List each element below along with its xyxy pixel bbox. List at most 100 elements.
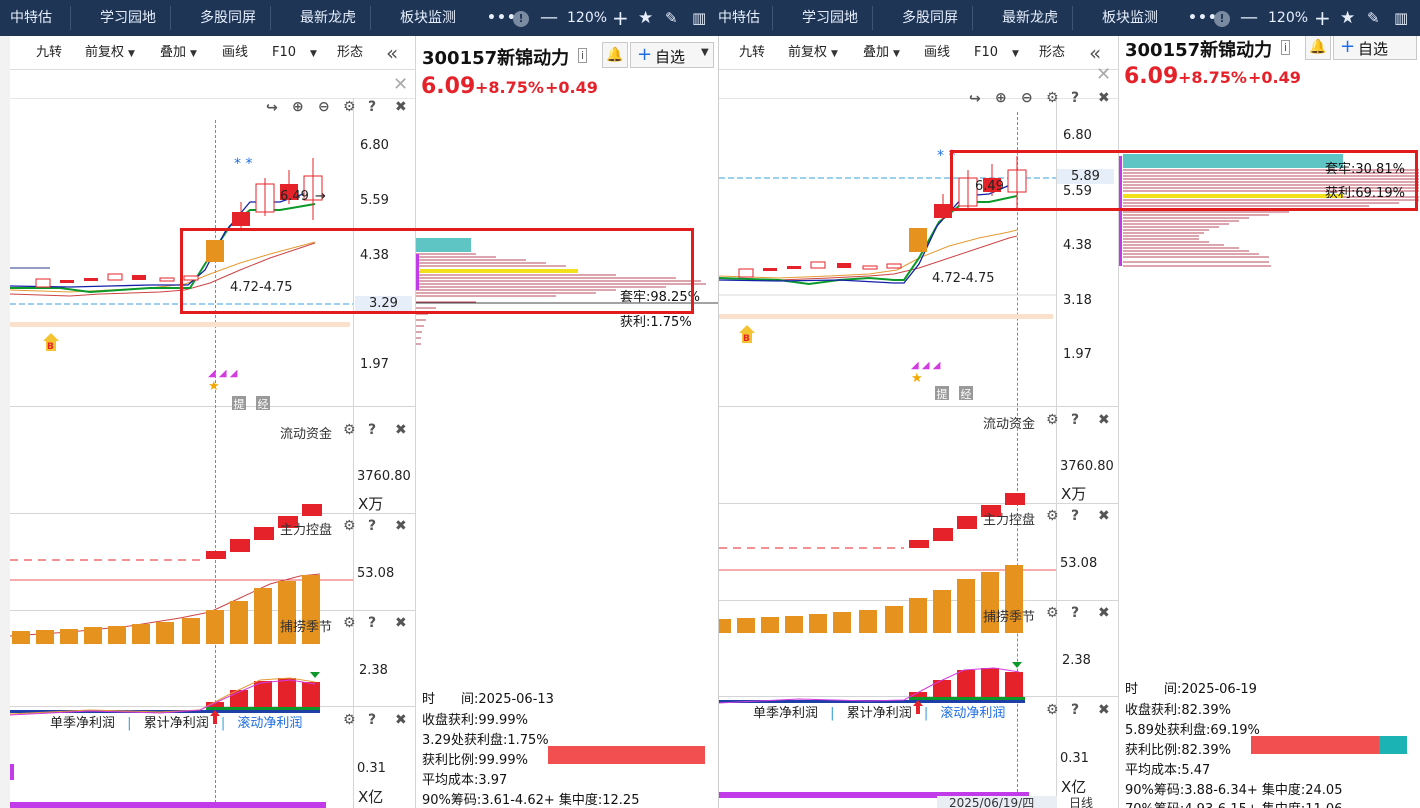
tool-overlay[interactable]: 叠加 ▼ [863,36,900,70]
close-icon[interactable]: ✖ [395,518,407,534]
star-icon[interactable]: ★ [638,0,653,36]
add-watch-label: 自选 [1358,40,1389,58]
settings-icon[interactable]: ⚙ [1046,412,1059,428]
tag-ti[interactable]: 提 [935,386,949,401]
nav-item-study[interactable]: 学习园地 [802,0,858,36]
settings-icon[interactable]: ⚙ [343,99,356,115]
tool-f10[interactable]: F10 ▼ [272,36,317,70]
zoom-in-icon[interactable]: ⊕ [292,99,304,115]
help-icon[interactable]: ? [1071,412,1079,428]
info-small-icon[interactable]: i [578,48,588,63]
tool-adjust[interactable]: 前复权 ▼ [788,36,838,70]
zoom-out-icon[interactable]: ⊖ [318,99,330,115]
help-icon[interactable]: ? [1071,702,1079,718]
info-icon[interactable]: ! [1214,0,1230,36]
info-small-icon[interactable]: i [1281,40,1291,55]
close-panel-icon[interactable]: ✕ [1096,64,1111,85]
tool-pattern[interactable]: 形态 [1039,36,1065,70]
edit-icon[interactable]: ✎ [1367,0,1380,36]
zoom-out-icon[interactable]: ⊖ [1021,90,1033,106]
nav-item-dragon-tiger[interactable]: 最新龙虎 [1002,0,1058,36]
collapse-icon[interactable]: « [386,36,398,70]
close-icon[interactable]: ✖ [395,712,407,728]
nav-item-zhongteguo[interactable]: 中特估 [10,0,52,36]
edit-icon[interactable]: ✎ [665,0,678,36]
help-icon[interactable]: ? [1071,90,1079,106]
close-panel-icon[interactable]: ✕ [393,74,408,95]
tool-overlay[interactable]: 叠加 ▼ [160,36,197,70]
buy-marker-label: B [743,334,750,344]
tool-draw[interactable]: 画线 [222,36,248,70]
settings-icon[interactable]: ⚙ [1046,90,1059,106]
close-icon[interactable]: ✖ [1098,702,1110,718]
indicator-flow-title: 流动资金 [983,417,1036,432]
nav-item-dragon-tiger[interactable]: 最新龙虎 [300,0,356,36]
tab-quarter-profit[interactable]: 单季净利润 [50,716,115,731]
tab-rolling-profit[interactable]: 滚动净利润 [237,716,302,731]
zoom-out-icon[interactable]: — [1240,0,1258,36]
nav-separator [1072,6,1073,30]
tool-pattern[interactable]: 形态 [337,36,363,70]
settings-icon[interactable]: ⚙ [1046,508,1059,524]
nav-item-multi-screen[interactable]: 多股同屏 [200,0,256,36]
info-chip90: 90%筹码:3.61-4.62+ 集中度:12.25 [422,793,640,808]
close-icon[interactable]: ✖ [395,422,407,438]
flow-unit: X万 [1061,485,1087,503]
tag-jing[interactable]: 经 [959,386,973,401]
info-icon[interactable]: ! [513,0,529,36]
tool-jiuzhuan[interactable]: 九转 [36,36,62,70]
add-watch-button[interactable]: + 自选 ▼ [630,42,714,68]
zoom-in-icon[interactable]: + [1314,0,1331,36]
layout-icon[interactable]: ▥ [1394,0,1408,36]
zoom-out-icon[interactable]: — [540,0,558,36]
tab-quarter-profit[interactable]: 单季净利润 [753,706,818,721]
tab-cumulative-profit[interactable]: 累计净利润 [847,706,912,721]
close-icon[interactable]: ✖ [395,615,407,631]
help-icon[interactable]: ? [368,712,376,728]
settings-icon[interactable]: ⚙ [1046,702,1059,718]
help-icon[interactable]: ? [368,518,376,534]
nav-item-zhongteguo[interactable]: 中特估 [718,0,760,36]
undo-icon[interactable]: ↪ [969,91,981,107]
bottom-period[interactable]: 日线 [1069,796,1093,808]
star-icon[interactable]: ★ [1340,0,1355,36]
add-watch-button[interactable]: + 自选 [1333,36,1417,60]
help-icon[interactable]: ? [368,615,376,631]
tool-overlay-label: 叠加 [160,45,187,60]
close-icon[interactable]: ✖ [1098,90,1110,106]
layout-icon[interactable]: ▥ [692,0,706,36]
help-icon[interactable]: ? [368,422,376,438]
undo-icon[interactable]: ↪ [266,100,278,116]
tag-ti[interactable]: 提 [232,396,246,411]
tag-jing[interactable]: 经 [256,396,270,411]
close-icon[interactable]: ✖ [1098,605,1110,621]
bell-icon[interactable]: 🔔 [1305,36,1331,60]
tab-cumulative-profit[interactable]: 累计净利润 [144,716,209,731]
signal-icon: ◢ ◢ ◢ [208,368,238,379]
nav-item-multi-screen[interactable]: 多股同屏 [902,0,958,36]
settings-icon[interactable]: ⚙ [1046,605,1059,621]
settings-icon[interactable]: ⚙ [343,615,356,631]
help-icon[interactable]: ? [368,99,376,115]
plus-icon: + [1340,36,1356,57]
settings-icon[interactable]: ⚙ [343,518,356,534]
tool-f10[interactable]: F10 ▼ [974,36,1019,70]
tab-rolling-profit[interactable]: 滚动净利润 [940,706,1005,721]
chevron-down-icon: ▼ [190,49,197,59]
nav-item-study[interactable]: 学习园地 [100,0,156,36]
close-icon[interactable]: ✖ [1098,508,1110,524]
nav-item-sector-monitor[interactable]: 板块监测 [400,0,456,36]
bell-icon[interactable]: 🔔 [602,42,628,68]
nav-item-sector-monitor[interactable]: 板块监测 [1102,0,1158,36]
zoom-in-icon[interactable]: ⊕ [995,90,1007,106]
tool-draw[interactable]: 画线 [924,36,950,70]
help-icon[interactable]: ? [1071,605,1079,621]
tool-adjust[interactable]: 前复权 ▼ [85,36,135,70]
settings-icon[interactable]: ⚙ [343,422,356,438]
close-icon[interactable]: ✖ [1098,412,1110,428]
zoom-in-icon[interactable]: + [612,0,629,36]
close-icon[interactable]: ✖ [395,99,407,115]
help-icon[interactable]: ? [1071,508,1079,524]
settings-icon[interactable]: ⚙ [343,712,356,728]
tool-jiuzhuan[interactable]: 九转 [739,36,765,70]
